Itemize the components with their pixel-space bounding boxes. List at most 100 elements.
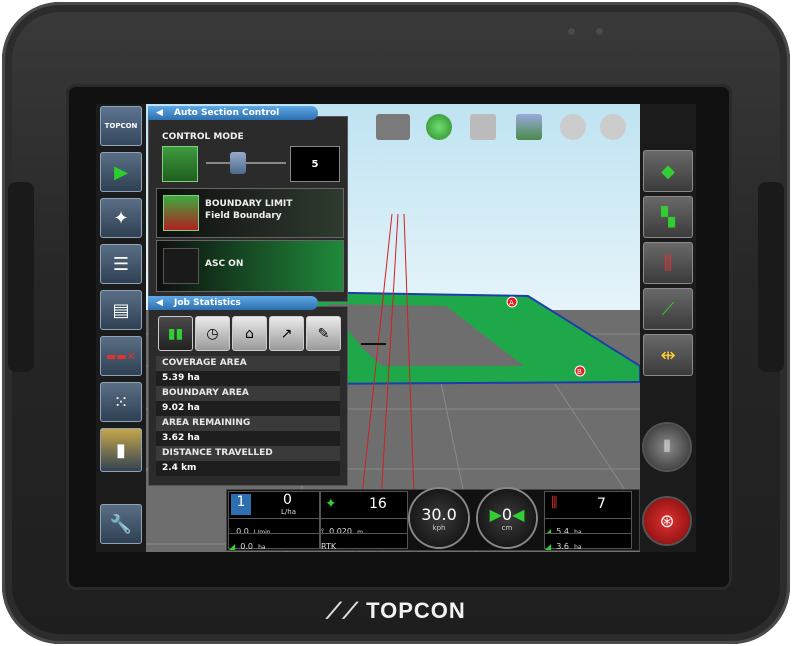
boundary-button[interactable]: ▚ — [643, 196, 693, 238]
control-mode-value[interactable]: 5 — [290, 146, 340, 182]
control-mode-slider-track — [206, 162, 286, 164]
nudge-icon: ⇹ — [660, 344, 676, 366]
back-chevron-icon: ◀ — [156, 298, 163, 308]
clock-icon: ◷ — [206, 325, 219, 342]
boundary-icon — [163, 195, 199, 231]
sections-cell[interactable]: ⫼ 7 — [544, 491, 632, 519]
tab-time[interactable]: ◷ — [195, 316, 230, 351]
zoom-out-icon[interactable] — [560, 114, 586, 140]
applied-cell: ◢ 0.0 ha — [228, 533, 320, 551]
list-icon: ☰ — [112, 253, 130, 275]
settings-button[interactable]: 🔧 — [100, 504, 142, 544]
coverage-area-label: COVERAGE AREA — [156, 356, 340, 371]
boundary-limit-card[interactable]: BOUNDARY LIMIT Field Boundary — [156, 188, 344, 238]
satellite-status-icon: ✦ — [325, 496, 337, 512]
boundary-limit-label: BOUNDARY LIMIT — [205, 199, 293, 209]
document-button[interactable]: ▤ — [100, 290, 142, 330]
gps-cell[interactable]: ✦ 16 — [320, 491, 408, 519]
flow-cell: ⫶ 0.0 L/min — [228, 518, 320, 536]
right-toolbar: ◆ ▚ ⫼ ⟋ ⇹ ⦀ ⊛ — [640, 104, 696, 552]
boundary-area-value: 9.02 ha — [156, 401, 340, 416]
accuracy-cell: ⟟ 0.020 m — [320, 518, 408, 536]
boundary-tool-icon: ▚ — [661, 206, 675, 228]
zoom-in-icon[interactable] — [600, 114, 626, 140]
list-button[interactable]: ☰ — [100, 244, 142, 284]
distance-travelled-label: DISTANCE TRAVELLED — [156, 446, 340, 461]
tab-report[interactable]: ✎ — [306, 316, 341, 351]
field-icon: ◆ — [661, 160, 675, 182]
boom-sections-button[interactable]: ▬▬✕ — [100, 336, 142, 376]
applied-unit: ha — [258, 544, 266, 551]
coverage-icon: ▮▮ — [167, 325, 184, 342]
field-view-icon[interactable] — [516, 114, 542, 140]
master-switch-button[interactable]: ⦀ — [644, 424, 690, 470]
asc-sections-icon — [163, 248, 199, 284]
control-mode-icon — [162, 146, 198, 182]
right-grip — [758, 182, 784, 372]
sprayer-button[interactable]: ⁙ — [100, 382, 142, 422]
rate-section: 1 — [231, 494, 251, 515]
area-remaining-value: 3.62 ha — [156, 431, 340, 446]
cross-track-value: ▶0◀ — [489, 504, 525, 524]
farm-icon: ⌂ — [245, 325, 254, 342]
area-remaining-label: AREA REMAINING — [156, 416, 340, 431]
satellite-icon: ✦ — [113, 207, 129, 229]
guidance-icon: ▶ — [114, 161, 128, 183]
satellite-button[interactable]: ✦ — [100, 198, 142, 238]
ab-line-button[interactable]: ⟋ — [643, 288, 693, 330]
nudge-button[interactable]: ⇹ — [643, 334, 693, 376]
coverage-area-value: 5.39 ha — [156, 371, 340, 386]
area2-value: 3.6 — [556, 542, 569, 551]
field-button[interactable]: ◆ — [643, 150, 693, 192]
tab-client[interactable]: ⌂ — [232, 316, 267, 351]
left-grip — [8, 182, 34, 372]
asc-toggle-card[interactable]: ASC ON — [156, 240, 344, 292]
asc-panel-title[interactable]: ◀ Auto Section Control — [148, 106, 318, 120]
marker-a-label: A — [509, 299, 514, 307]
boundary-limit-value: Field Boundary — [205, 211, 282, 221]
marker-b-label: B — [577, 368, 582, 376]
layers-icon[interactable] — [470, 114, 496, 140]
asc-status: ASC ON — [205, 259, 244, 269]
distance-travelled-value: 2.4 km — [156, 461, 340, 476]
autosteer-button[interactable]: ⊛ — [644, 498, 690, 544]
satellite-count: 16 — [369, 496, 387, 512]
sections-button[interactable]: ⫼ — [643, 242, 693, 284]
job-stats-title[interactable]: ◀ Job Statistics — [148, 296, 318, 310]
area-icon: ◢ — [229, 542, 236, 551]
tab-guidance[interactable]: ↗ — [269, 316, 304, 351]
control-mode-label: CONTROL MODE — [162, 132, 244, 142]
gps-mode: RTK — [321, 542, 337, 551]
sections-status-icon: ⫼ — [551, 495, 558, 511]
document-icon: ▤ — [112, 299, 130, 321]
guidance-button[interactable]: ▶ — [100, 152, 142, 192]
area-icon: ◢ — [545, 542, 552, 551]
sections-count: 7 — [597, 496, 606, 512]
cross-track-gauge: ▶0◀ cm — [478, 489, 536, 547]
display-screen: A B TOPCON ▶ ✦ ☰ ▤ ▬▬✕ ⁙ ▮ 🔧 ◀ Auto Sect… — [96, 104, 696, 552]
rate-cell[interactable]: 1 0 L/ha — [228, 491, 320, 519]
gps-mode-cell: RTK — [320, 533, 408, 551]
area2-cell: ◢ 3.6 ha — [544, 533, 632, 551]
speed-gauge: 30.0 kph — [410, 489, 468, 547]
boundary-area-label: BOUNDARY AREA — [156, 386, 340, 401]
brand-logo: ⟋⟋ TOPCON — [326, 598, 466, 623]
topcon-menu-button[interactable]: TOPCON — [100, 106, 142, 146]
indicator-light — [596, 28, 603, 35]
tab-coverage[interactable]: ▮▮ — [158, 316, 193, 351]
speed-unit: kph — [432, 523, 446, 532]
ab-line-icon: ⟋ — [661, 298, 675, 320]
cross-track-unit: cm — [501, 523, 513, 532]
steering-wheel-icon: ⊛ — [659, 510, 675, 532]
gps-target-icon[interactable] — [426, 114, 452, 140]
control-mode-slider[interactable] — [230, 152, 246, 174]
speed-value: 30.0 — [421, 504, 457, 524]
area1-cell: ◢ 5.4 ha — [544, 518, 632, 536]
left-nav: TOPCON ▶ ✦ ☰ ▤ ▬▬✕ ⁙ ▮ 🔧 — [96, 104, 146, 552]
tank-button[interactable]: ▮ — [100, 428, 142, 472]
rate-unit: L/ha — [281, 508, 296, 516]
area2-unit: ha — [574, 544, 582, 551]
tractor-icon: ↗ — [280, 325, 293, 342]
implement-view-icon[interactable] — [376, 114, 410, 140]
indicator-light — [568, 28, 575, 35]
